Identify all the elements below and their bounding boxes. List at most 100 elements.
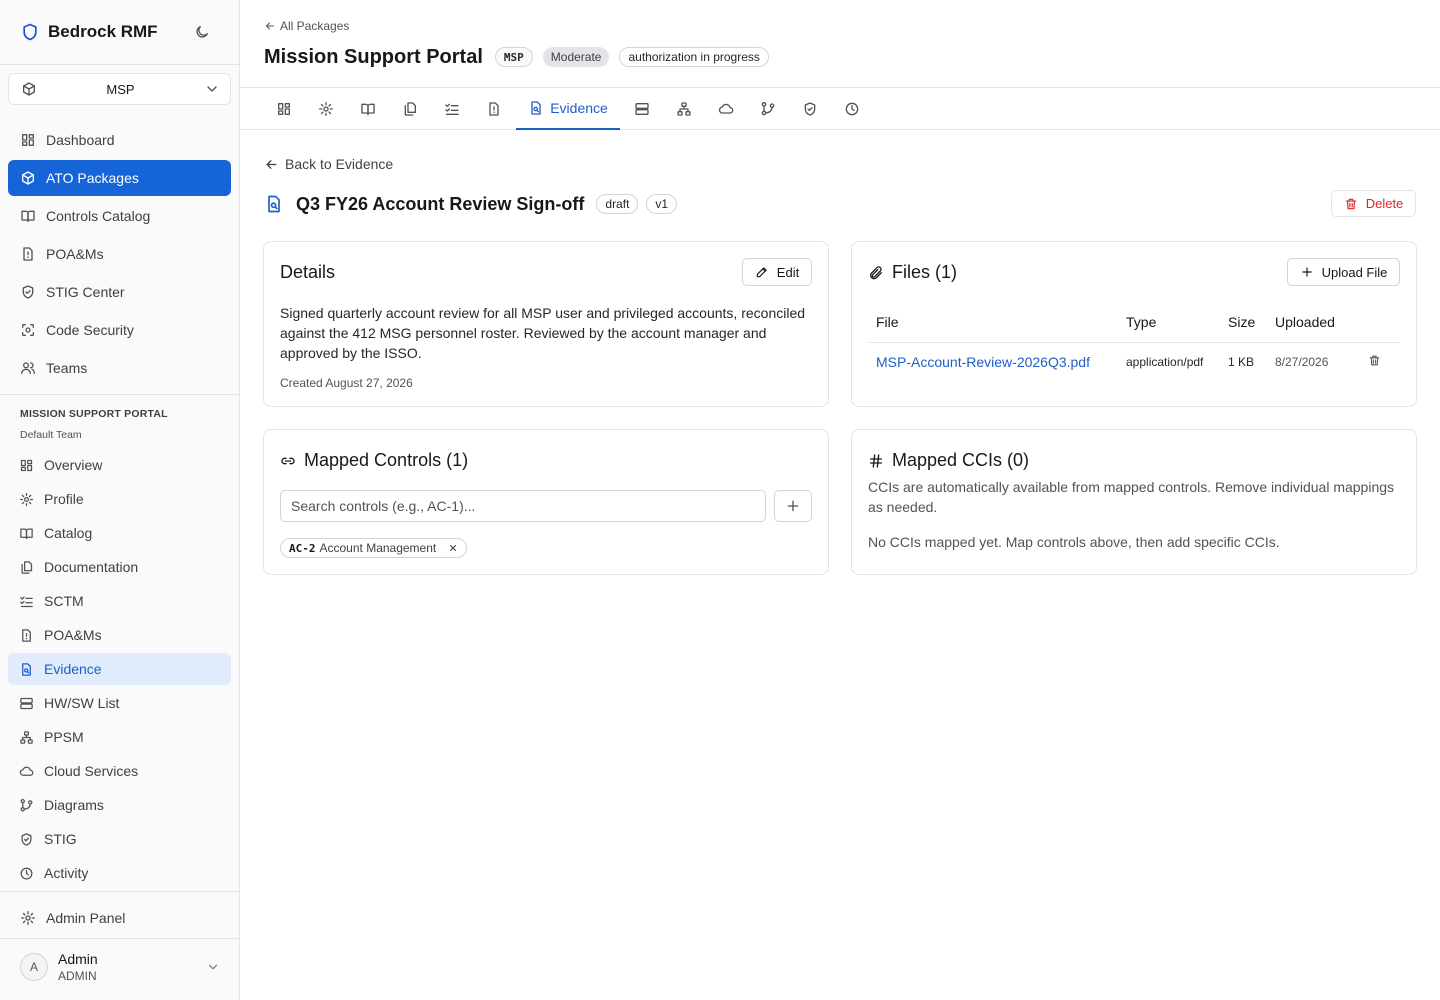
evidence-title: Q3 FY26 Account Review Sign-off [296, 193, 585, 214]
status-badge: authorization in progress [619, 47, 769, 67]
file-alert-icon [19, 628, 34, 643]
brand[interactable]: Bedrock RMF [20, 20, 158, 44]
mapped-controls-title: Mapped Controls (1) [280, 450, 468, 471]
tab-label: Evidence [550, 100, 608, 116]
file-name-link[interactable]: MSP-Account-Review-2026Q3.pdf [868, 342, 1118, 382]
sub-nav-label: Catalog [44, 525, 93, 541]
package-selector[interactable]: MSP [8, 73, 231, 105]
tab-catalog[interactable] [348, 88, 388, 130]
search-controls-input[interactable] [280, 490, 766, 522]
sub-nav-label: Activity [44, 865, 89, 881]
book-open-icon [20, 208, 36, 224]
control-name: Account Management [319, 541, 437, 555]
table-row: MSP-Account-Review-2026Q3.pdf applicatio… [868, 342, 1400, 382]
moon-icon[interactable] [192, 22, 212, 42]
divider [0, 938, 239, 939]
nav-label: Controls Catalog [46, 208, 151, 224]
package-tabs: Evidence [240, 87, 1440, 130]
created-date: Created August 27, 2026 [280, 376, 413, 390]
nav-controls-catalog[interactable]: Controls Catalog [8, 198, 231, 234]
nav-label: STIG Center [46, 284, 125, 300]
book-open-icon [360, 101, 376, 117]
edit-button[interactable]: Edit [742, 258, 812, 286]
sub-nav-evidence[interactable]: Evidence [8, 653, 231, 685]
file-alert-icon [20, 246, 36, 262]
tab-poams[interactable] [474, 88, 514, 130]
user-menu[interactable]: A Admin ADMIN [20, 949, 220, 985]
column-actions [1360, 302, 1400, 343]
tab-evidence[interactable]: Evidence [516, 88, 620, 130]
sub-nav-label: SCTM [44, 593, 84, 609]
tab-documentation[interactable] [390, 88, 430, 130]
sub-nav-cloud-services[interactable]: Cloud Services [8, 755, 231, 787]
sub-nav-hwsw[interactable]: HW/SW List [8, 687, 231, 719]
sub-nav-label: Diagrams [44, 797, 104, 813]
sub-nav-documentation[interactable]: Documentation [8, 551, 231, 583]
main-content: All Packages Mission Support Portal MSP … [240, 0, 1440, 1000]
chevron-down-icon [206, 960, 220, 974]
nav-dashboard[interactable]: Dashboard [8, 122, 231, 158]
tab-diagrams[interactable] [748, 88, 788, 130]
nav-stig-center[interactable]: STIG Center [8, 274, 231, 310]
users-icon [20, 360, 36, 376]
tab-stig[interactable] [790, 88, 830, 130]
tab-overview[interactable] [264, 88, 304, 130]
sub-nav-catalog[interactable]: Catalog [8, 517, 231, 549]
sub-nav-activity[interactable]: Activity [8, 857, 231, 889]
shield-logo-icon [20, 22, 40, 42]
tab-cloud-services[interactable] [706, 88, 746, 130]
nav-code-security[interactable]: Code Security [8, 312, 231, 348]
tab-ppsm[interactable] [664, 88, 704, 130]
breadcrumb[interactable]: All Packages [264, 19, 349, 33]
layout-grid-icon [276, 101, 292, 117]
tab-profile[interactable] [306, 88, 346, 130]
sub-nav-overview[interactable]: Overview [8, 449, 231, 481]
nav-label: POA&Ms [46, 246, 104, 262]
server-icon [19, 696, 34, 711]
control-code: AC-2 [289, 541, 316, 555]
nav-label: ATO Packages [46, 170, 139, 186]
package-icon [20, 170, 36, 186]
ccis-description: CCIs are automatically available from ma… [868, 479, 1395, 515]
network-icon [676, 101, 692, 117]
sub-nav-label: Profile [44, 491, 84, 507]
sub-nav-stig[interactable]: STIG [8, 823, 231, 855]
column-size: Size [1220, 302, 1267, 343]
clock-icon [19, 866, 34, 881]
shield-check-icon [19, 832, 34, 847]
delete-button[interactable]: Delete [1331, 190, 1416, 217]
files-title: Files (1) [868, 262, 957, 283]
tab-hwsw[interactable] [622, 88, 662, 130]
nav-label: Admin Panel [46, 910, 126, 926]
sub-nav-poams[interactable]: POA&Ms [8, 619, 231, 651]
edit-label: Edit [776, 264, 800, 280]
tab-sctm[interactable] [432, 88, 472, 130]
back-to-evidence-link[interactable]: Back to Evidence [264, 154, 393, 174]
upload-file-button[interactable]: Upload File [1287, 258, 1400, 286]
gear-icon [20, 910, 36, 926]
sub-nav-label: Documentation [44, 559, 139, 575]
sub-nav-profile[interactable]: Profile [8, 483, 231, 515]
package-section-title: MISSION SUPPORT PORTAL [20, 408, 168, 420]
divider [0, 64, 239, 65]
column-uploaded: Uploaded [1267, 302, 1360, 343]
file-uploaded: 8/27/2026 [1275, 355, 1329, 370]
app-name: Bedrock RMF [48, 22, 158, 41]
files-icon [402, 101, 418, 117]
git-branch-icon [19, 798, 34, 813]
trash-icon[interactable] [1368, 354, 1381, 367]
sub-nav-diagrams[interactable]: Diagrams [8, 789, 231, 821]
close-icon[interactable] [448, 543, 458, 553]
sub-nav-ppsm[interactable]: PPSM [8, 721, 231, 753]
nav-poams[interactable]: POA&Ms [8, 236, 231, 272]
nav-ato-packages[interactable]: ATO Packages [8, 160, 231, 196]
nav-teams[interactable]: Teams [8, 350, 231, 386]
chevron-down-icon [204, 81, 220, 97]
sub-nav-sctm[interactable]: SCTM [8, 585, 231, 617]
back-label: Back to Evidence [285, 156, 394, 172]
sidebar: Bedrock RMF MSP Dashboard ATO Packages C… [0, 0, 240, 1000]
add-control-button[interactable] [774, 490, 812, 522]
nav-admin-panel[interactable]: Admin Panel [8, 900, 231, 936]
tab-activity[interactable] [832, 88, 872, 130]
upload-label: Upload File [1321, 264, 1388, 280]
